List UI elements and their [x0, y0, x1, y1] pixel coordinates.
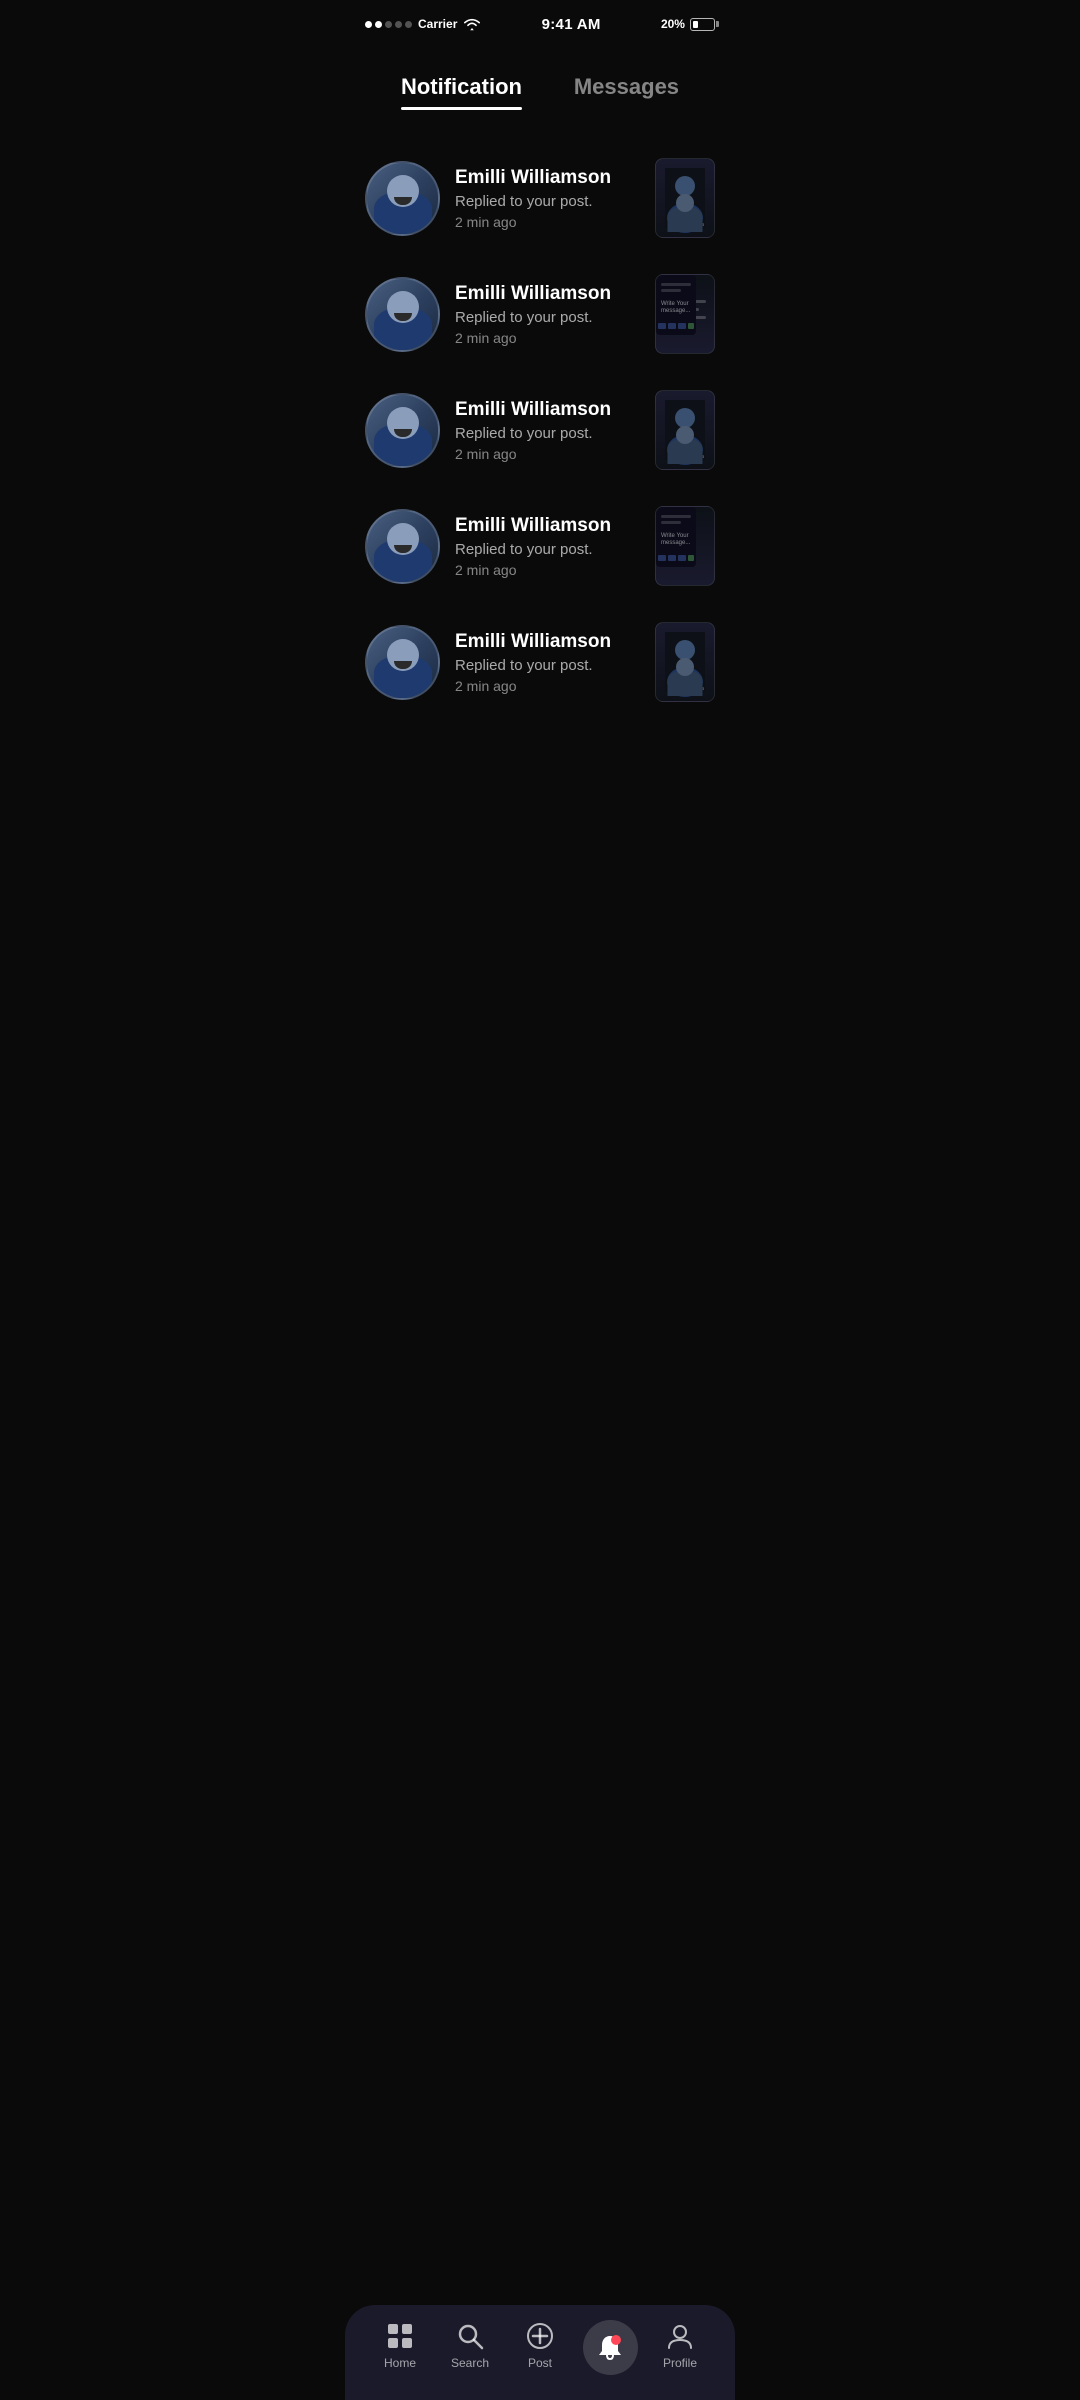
notif-time: 2 min ago — [455, 562, 640, 578]
notif-action: Replied to your post. — [455, 193, 640, 210]
svg-text:Gunjan Sharma: Gunjan Sharma — [669, 222, 704, 228]
avatar — [365, 393, 440, 468]
signal-dot-5 — [405, 21, 412, 28]
notif-time: 2 min ago — [455, 446, 640, 462]
notif-time: 2 min ago — [455, 330, 640, 346]
bell-icon — [595, 2333, 625, 2363]
home-icon — [385, 2321, 415, 2351]
notif-thumbnail: Gunjan Sharma — [655, 622, 715, 702]
notification-content: Emilli Williamson Replied to your post. … — [455, 167, 640, 230]
thumb-svg-3: Gunjan Sharma — [665, 632, 705, 692]
battery-percent: 20% — [661, 17, 685, 31]
bottom-nav: Home Search Post — [345, 2305, 735, 2400]
notification-content: Emilli Williamson Replied to your post. … — [455, 515, 640, 578]
svg-text:Write Your: Write Your — [661, 533, 689, 539]
nav-item-post[interactable]: Post — [510, 2321, 570, 2370]
nav-label-post: Post — [528, 2356, 552, 2370]
nav-label-home: Home — [384, 2356, 416, 2370]
carrier-label: Carrier — [418, 17, 457, 31]
thumb-svg-2: Gunjan Sharma — [665, 400, 705, 460]
notif-action: Replied to your post. — [455, 425, 640, 442]
notif-time: 2 min ago — [455, 678, 640, 694]
notification-item[interactable]: Emilli Williamson Replied to your post. … — [360, 604, 720, 720]
battery-fill — [693, 21, 698, 28]
notification-item[interactable]: Emilli Williamson Replied to your post. … — [360, 372, 720, 488]
svg-text:Gunjan Sharma: Gunjan Sharma — [669, 454, 704, 460]
avatar — [365, 625, 440, 700]
notif-name: Emilli Williamson — [455, 283, 640, 305]
notif-thumbnail: Write Your message... — [655, 274, 715, 354]
nav-item-search[interactable]: Search — [440, 2321, 500, 2370]
nav-label-profile: Profile — [663, 2356, 697, 2370]
status-time: 9:41 AM — [542, 16, 601, 33]
tab-notification[interactable]: Notification — [401, 74, 522, 110]
signal-dot-2 — [375, 21, 382, 28]
notification-item[interactable]: Emilli Williamson Replied to your post. … — [360, 140, 720, 256]
nav-item-notification[interactable] — [580, 2320, 640, 2370]
search-icon — [455, 2321, 485, 2351]
status-left: Carrier — [365, 17, 481, 31]
chat-thumb-svg: Write Your message... — [656, 275, 696, 335]
nav-label-search: Search — [451, 2356, 489, 2370]
avatar-container — [365, 625, 440, 700]
notif-name: Emilli Williamson — [455, 399, 640, 421]
notif-time: 2 min ago — [455, 214, 640, 230]
notif-action: Replied to your post. — [455, 657, 640, 674]
avatar-container — [365, 509, 440, 584]
avatar — [365, 277, 440, 352]
notification-list: Emilli Williamson Replied to your post. … — [345, 120, 735, 740]
notif-name: Emilli Williamson — [455, 167, 640, 189]
wifi-icon — [463, 17, 481, 31]
svg-text:Gunjan Sharma: Gunjan Sharma — [669, 686, 704, 692]
status-bar: Carrier 9:41 AM 20% — [345, 0, 735, 44]
notif-name: Emilli Williamson — [455, 515, 640, 537]
tab-messages[interactable]: Messages — [574, 74, 679, 110]
notif-thumbnail: Gunjan Sharma — [655, 158, 715, 238]
notification-item[interactable]: Emilli Williamson Replied to your post. … — [360, 256, 720, 372]
svg-text:message...: message... — [661, 308, 691, 314]
notif-name: Emilli Williamson — [455, 631, 640, 653]
signal-dots — [365, 21, 412, 28]
notif-thumbnail: Gunjan Sharma — [655, 390, 715, 470]
notification-content: Emilli Williamson Replied to your post. … — [455, 283, 640, 346]
signal-dot-3 — [385, 21, 392, 28]
status-right: 20% — [661, 17, 715, 31]
post-icon — [525, 2321, 555, 2351]
profile-icon — [665, 2321, 695, 2351]
notif-action: Replied to your post. — [455, 541, 640, 558]
avatar-container — [365, 277, 440, 352]
svg-text:Write Your: Write Your — [661, 301, 689, 307]
notification-item[interactable]: Emilli Williamson Replied to your post. … — [360, 488, 720, 604]
avatar-container — [365, 161, 440, 236]
nav-item-home[interactable]: Home — [370, 2321, 430, 2370]
signal-dot-4 — [395, 21, 402, 28]
notification-content: Emilli Williamson Replied to your post. … — [455, 631, 640, 694]
notification-content: Emilli Williamson Replied to your post. … — [455, 399, 640, 462]
avatar — [365, 161, 440, 236]
thumb-svg: Gunjan Sharma — [665, 168, 705, 228]
signal-dot-1 — [365, 21, 372, 28]
battery-indicator — [690, 18, 715, 31]
chat-thumb-svg-2: Write Your message... — [656, 507, 696, 567]
notif-thumbnail: Write Your message... — [655, 506, 715, 586]
svg-text:message...: message... — [661, 540, 691, 546]
battery-bar — [690, 18, 715, 31]
notif-action: Replied to your post. — [455, 309, 640, 326]
avatar-container — [365, 393, 440, 468]
avatar — [365, 509, 440, 584]
nav-item-profile[interactable]: Profile — [650, 2321, 710, 2370]
nav-bell-circle — [583, 2320, 638, 2375]
header-tabs: Notification Messages — [345, 54, 735, 110]
